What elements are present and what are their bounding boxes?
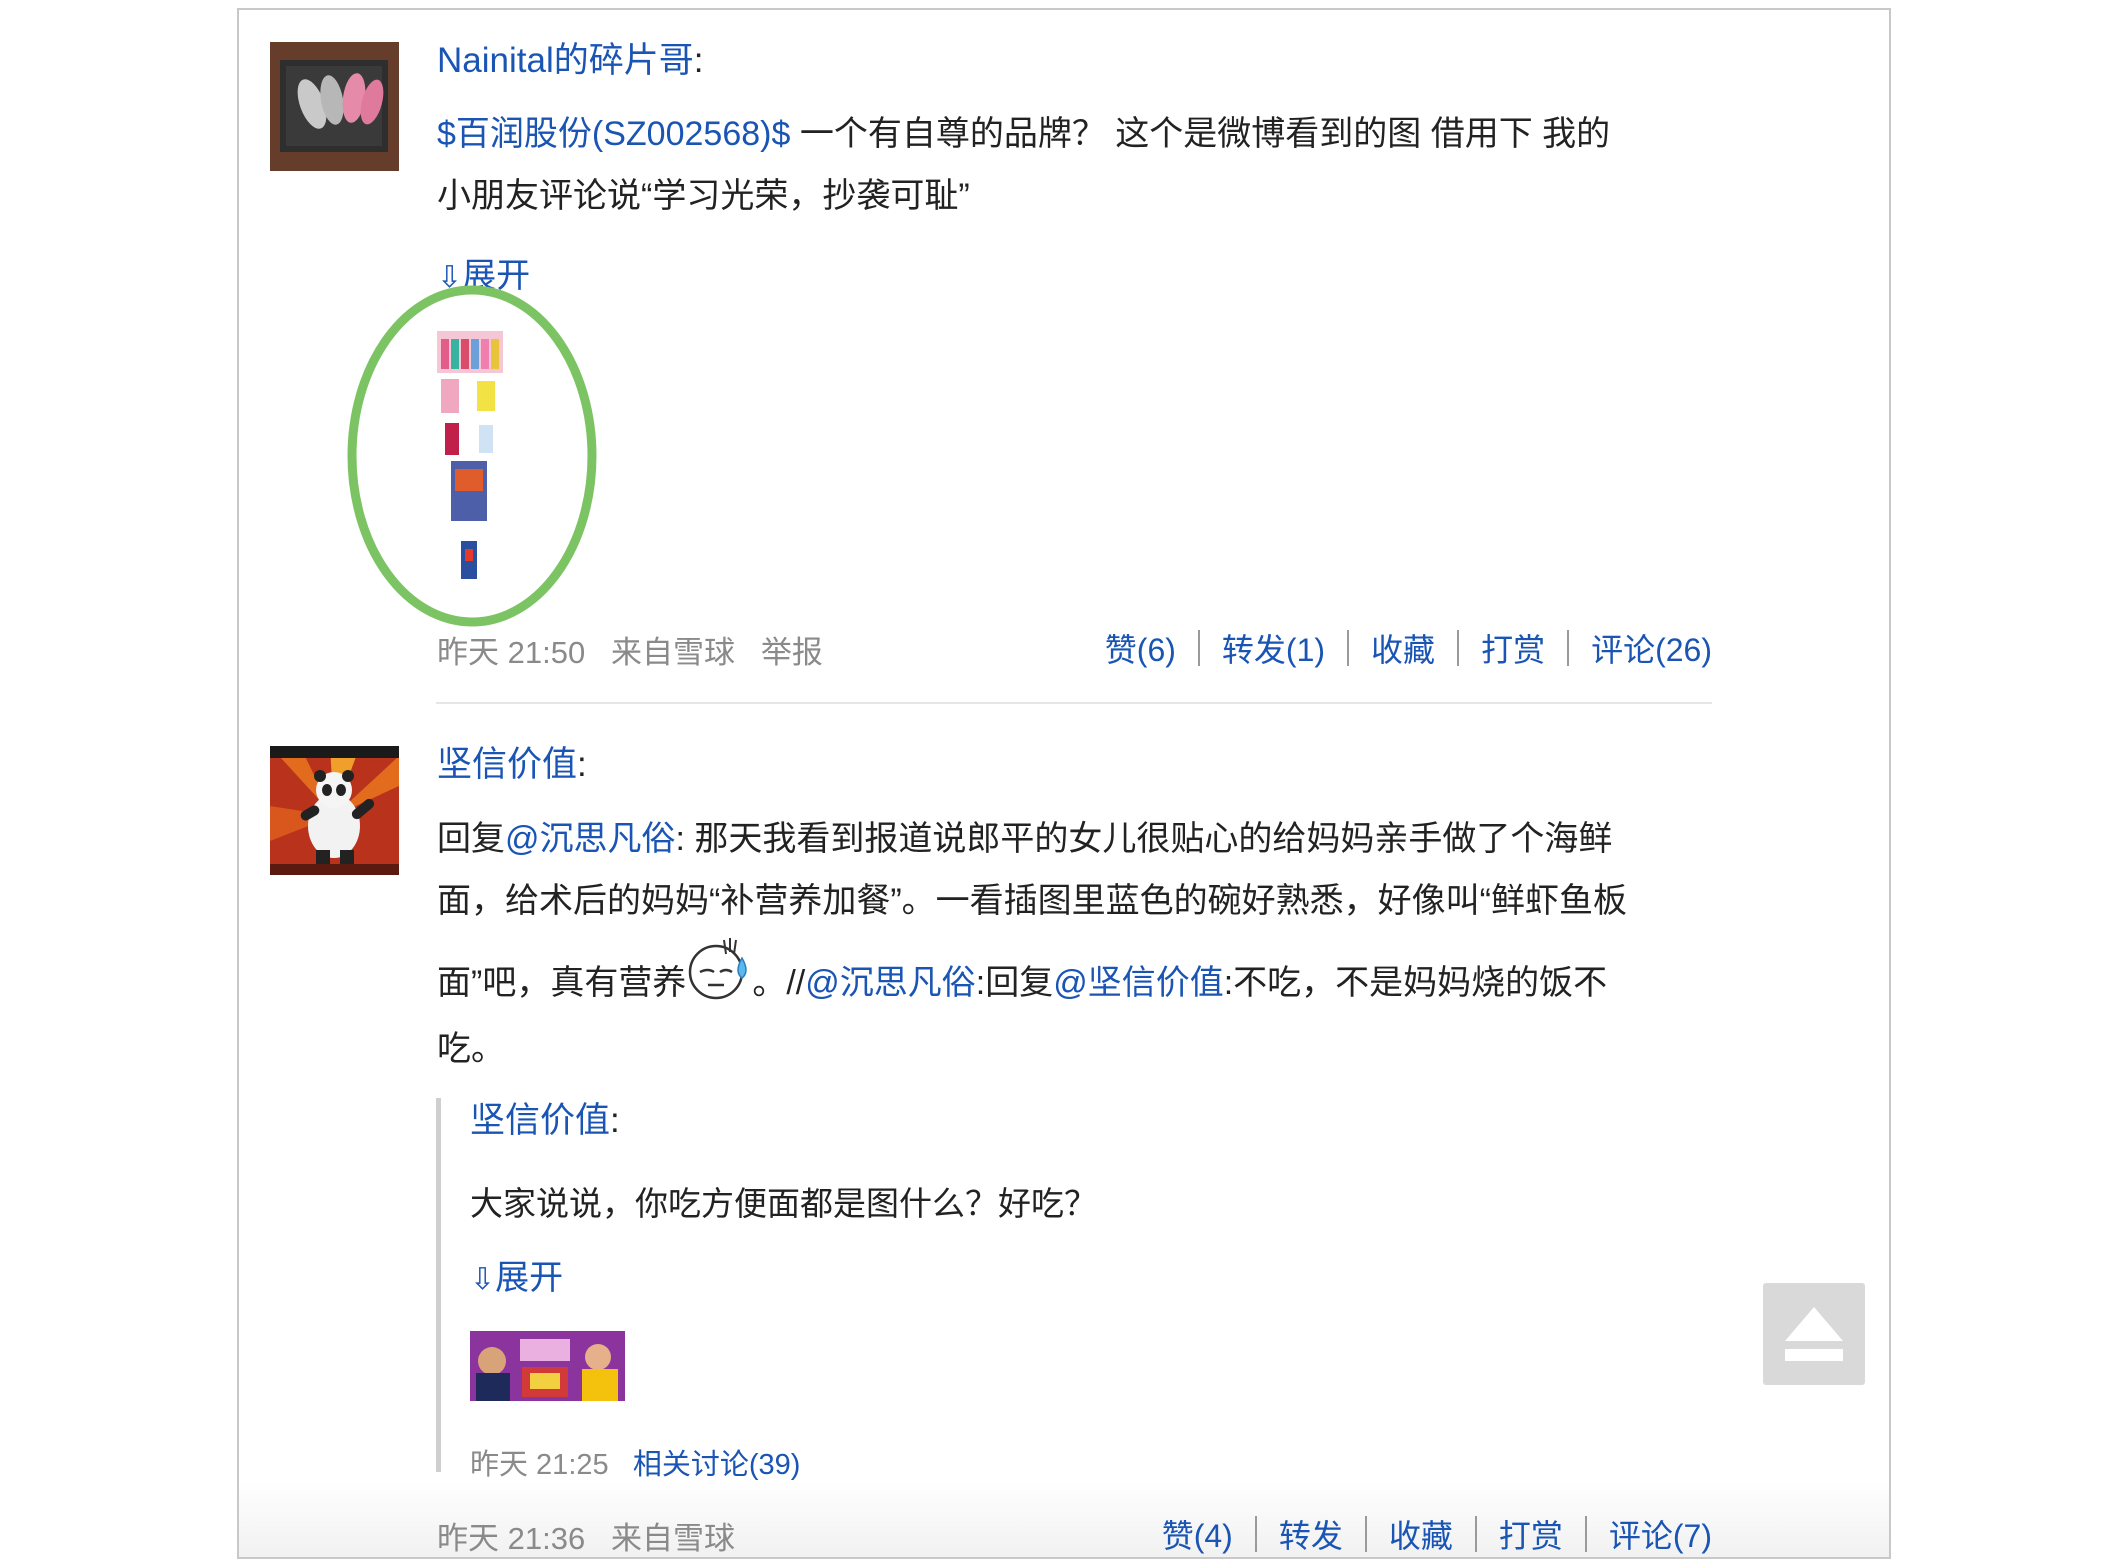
eject-icon bbox=[1785, 1307, 1843, 1361]
quoted-text: 大家说说，你吃方便面都是图什么？好吃？ bbox=[470, 1185, 1097, 1222]
quoted-meta: 昨天 21:25 相关讨论(39) bbox=[470, 1441, 800, 1483]
related-discussion-link[interactable]: 相关讨论(39) bbox=[633, 1449, 801, 1481]
comment-button[interactable]: 评论(26) bbox=[1591, 625, 1712, 671]
like-button[interactable]: 赞(4) bbox=[1162, 1511, 1233, 1557]
post2-text-line3d: :不吃，不是妈妈烧的饭不 bbox=[1223, 964, 1608, 1002]
post1-author[interactable]: Nainital的碎片哥: bbox=[437, 37, 703, 85]
separator bbox=[1584, 1516, 1587, 1552]
stock-link[interactable]: $百润股份(SZ002568)$ bbox=[437, 115, 790, 153]
quote-bar bbox=[436, 1098, 441, 1472]
separator bbox=[1347, 630, 1350, 666]
post2-body: 回复@沉思凡俗: 那天我看到报道说郎平的女儿很贴心的给妈妈亲手做了个海鲜 面，给… bbox=[437, 808, 1737, 1080]
post1-actions: 赞(6) 转发(1) 收藏 打赏 评论(26) bbox=[1105, 625, 1712, 671]
separator bbox=[1457, 630, 1460, 666]
tip-button[interactable]: 打赏 bbox=[1499, 1511, 1563, 1557]
post1-text-line2: 小朋友评论说“学习光荣，抄袭可耻” bbox=[437, 177, 970, 215]
quoted-author[interactable]: 坚信价值: bbox=[470, 1097, 620, 1145]
separator bbox=[1474, 1516, 1477, 1552]
tip-button[interactable]: 打赏 bbox=[1481, 625, 1545, 671]
separator bbox=[1364, 1516, 1367, 1552]
post1-body: $百润股份(SZ002568)$ 一个有自尊的品牌？ 这个是微博看到的图 借用下… bbox=[437, 103, 1727, 227]
mention-link[interactable]: @沉思凡俗 bbox=[805, 964, 976, 1002]
mention-link[interactable]: @坚信价值 bbox=[1053, 964, 1224, 1002]
post2-text-line3b: 。// bbox=[752, 964, 806, 1002]
expand-arrow-icon: ⇩ bbox=[470, 1263, 496, 1296]
post1-text-line1: 一个有自尊的品牌？ 这个是微博看到的图 借用下 我的 bbox=[790, 115, 1611, 153]
repost-button[interactable]: 转发 bbox=[1279, 1511, 1343, 1557]
reply-prefix: 回复 bbox=[437, 820, 505, 858]
mention-link[interactable]: @沉思凡俗 bbox=[505, 820, 676, 858]
quoted-expand-button[interactable]: ⇩展开 bbox=[470, 1250, 563, 1299]
avatar-post2[interactable] bbox=[270, 746, 399, 875]
post2-meta: 昨天 21:36 来自雪球 bbox=[437, 1513, 735, 1558]
favorite-button[interactable]: 收藏 bbox=[1371, 625, 1435, 671]
post2-text-line1: : 那天我看到报道说郎平的女儿很贴心的给妈妈亲手做了个海鲜 bbox=[675, 820, 1613, 858]
highlight-circle bbox=[347, 285, 597, 627]
post1-source: 来自雪球 bbox=[611, 635, 736, 670]
favorite-button[interactable]: 收藏 bbox=[1389, 1511, 1453, 1557]
sweat-emoji-icon bbox=[686, 932, 752, 1002]
avatar-post1[interactable] bbox=[270, 42, 399, 171]
post2-time[interactable]: 昨天 21:36 bbox=[437, 1521, 585, 1556]
post2-text-line3: 面”吧，真有营养 bbox=[437, 964, 687, 1002]
post2-source: 来自雪球 bbox=[611, 1521, 736, 1556]
post1-report-link[interactable]: 举报 bbox=[761, 635, 823, 670]
post2-text-line4: 吃。 bbox=[437, 1030, 505, 1068]
post1-meta: 昨天 21:50 来自雪球 举报 bbox=[437, 627, 823, 672]
post-divider bbox=[436, 702, 1712, 704]
like-button[interactable]: 赞(6) bbox=[1105, 625, 1176, 671]
quoted-time[interactable]: 昨天 21:25 bbox=[470, 1449, 609, 1481]
post2-author[interactable]: 坚信价值: bbox=[437, 741, 587, 789]
separator bbox=[1197, 630, 1200, 666]
post2-text-line3c: :回复 bbox=[975, 964, 1054, 1002]
separator bbox=[1567, 630, 1570, 666]
post2-actions: 赞(4) 转发 收藏 打赏 评论(7) bbox=[1162, 1511, 1712, 1557]
scroll-to-top-button[interactable] bbox=[1763, 1283, 1865, 1385]
post2-text-line2: 面，给术后的妈妈“补营养加餐”。一看插图里蓝色的碗好熟悉，好像叫“鲜虾鱼板 bbox=[437, 882, 1627, 920]
repost-button[interactable]: 转发(1) bbox=[1222, 625, 1325, 671]
comment-button[interactable]: 评论(7) bbox=[1609, 1511, 1712, 1557]
post1-time[interactable]: 昨天 21:50 bbox=[437, 635, 585, 670]
quoted-thumbnail-image[interactable] bbox=[470, 1331, 625, 1401]
separator bbox=[1254, 1516, 1257, 1552]
